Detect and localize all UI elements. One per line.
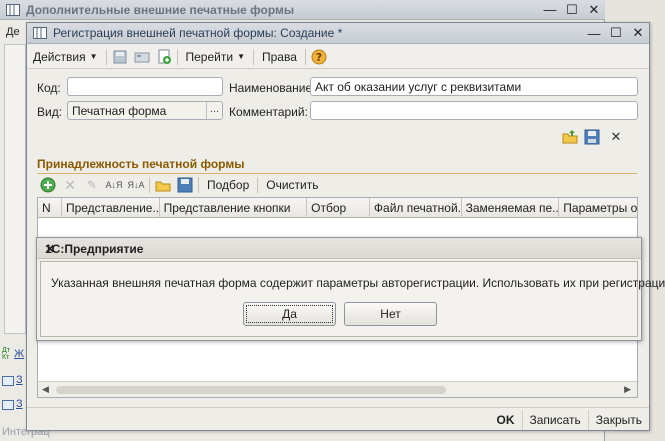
code-label: Код:	[37, 81, 61, 95]
background-link-1[interactable]: Ж	[14, 348, 24, 360]
dialog-message: Указанная внешняя печатная форма содержи…	[51, 276, 665, 290]
yes-button[interactable]: Да	[243, 302, 336, 326]
column-header[interactable]: Параметры от	[559, 198, 637, 218]
close-icon[interactable]: ✕	[627, 25, 649, 41]
open-file-icon[interactable]	[560, 127, 580, 147]
clear-button[interactable]: Очистить	[260, 175, 324, 195]
table-toolbar: ✕ ✎ А↓Я Я↓А Подбор Очистить	[37, 175, 325, 195]
window-title: Регистрация внешней печатной формы: Созд…	[53, 26, 343, 40]
comment-field[interactable]	[310, 101, 638, 120]
structure-icon[interactable]	[132, 47, 152, 67]
help-icon[interactable]: ?	[309, 47, 329, 67]
table-header: N Представление... Представление кнопки …	[38, 198, 637, 218]
save-button[interactable]: Записать	[521, 409, 588, 430]
goto-label: Перейти	[185, 49, 234, 64]
background-window-titlebar: Дополнительные внешние печатные формы — …	[0, 0, 605, 20]
edit-icon[interactable]: ✎	[82, 175, 102, 195]
goto-menu[interactable]: Перейти ▼	[180, 47, 251, 67]
register-icon	[2, 376, 14, 386]
column-header[interactable]: Отбор	[307, 198, 370, 218]
registration-window-titlebar: Регистрация внешней печатной формы: Созд…	[27, 23, 649, 44]
confirm-dialog: 1С:Предприятие ✕ Указанная внешняя печат…	[36, 237, 665, 341]
main-toolbar: Действия ▼ Перейти ▼ Права ?	[27, 45, 649, 69]
separator	[304, 48, 306, 65]
sort-descending-icon[interactable]: Я↓А	[126, 175, 146, 195]
delete-icon[interactable]: ✕	[606, 127, 626, 147]
separator	[257, 177, 259, 193]
chevron-down-icon: ▼	[89, 52, 98, 61]
name-label: Наименование:	[229, 81, 316, 95]
scrollbar-thumb[interactable]	[56, 386, 446, 394]
column-header[interactable]: Представление кнопки	[160, 198, 308, 218]
horizontal-scrollbar[interactable]: ◀ ▶	[38, 381, 637, 397]
kind-field[interactable]: Печатная форма ...	[67, 101, 223, 120]
pick-button[interactable]: Подбор	[201, 175, 255, 195]
code-field[interactable]	[67, 77, 223, 96]
ok-button[interactable]: OK	[490, 410, 522, 430]
minimize-icon[interactable]: —	[539, 2, 561, 18]
no-button[interactable]: Нет	[344, 302, 437, 326]
separator	[149, 177, 150, 193]
save-close-icon[interactable]	[110, 47, 130, 67]
column-header[interactable]: Файл печатной...	[370, 198, 462, 218]
column-header[interactable]: Заменяемая пе...	[462, 198, 560, 218]
registration-window: Регистрация внешней печатной формы: Созд…	[26, 22, 650, 431]
chevron-down-icon: ▼	[237, 52, 245, 61]
name-field[interactable]: Акт об оказании услуг с реквизитами	[310, 77, 638, 96]
open-file-icon[interactable]	[153, 175, 173, 195]
kind-select-button[interactable]: ...	[206, 102, 222, 119]
maximize-icon[interactable]: ☐	[561, 2, 583, 18]
column-header[interactable]: N	[38, 198, 62, 218]
add-icon[interactable]	[38, 175, 58, 195]
section-divider	[37, 173, 637, 174]
dialog-titlebar: 1С:Предприятие ✕	[37, 238, 641, 259]
sort-ascending-icon[interactable]: А↓Я	[104, 175, 124, 195]
close-button[interactable]: Закрыть	[587, 409, 649, 430]
remove-icon[interactable]: ✕	[60, 175, 80, 195]
background-window-title: Дополнительные внешние печатные формы	[26, 2, 295, 17]
dt-kt-icon: Дт Кт	[2, 347, 10, 361]
close-icon[interactable]: ✕	[583, 2, 605, 18]
save-file-icon[interactable]	[175, 175, 195, 195]
kind-value: Печатная форма	[72, 104, 167, 118]
background-link-2[interactable]: З	[16, 374, 23, 386]
background-panel	[4, 44, 26, 334]
column-header[interactable]: Представление...	[62, 198, 160, 218]
section-title: Принадлежность печатной формы	[37, 157, 245, 171]
bottom-bar: OK Записать Закрыть	[27, 407, 649, 431]
separator	[252, 48, 254, 65]
dialog-body: Указанная внешняя печатная форма содержи…	[40, 261, 665, 337]
background-link-3[interactable]: З	[16, 398, 23, 410]
svg-text:?: ?	[316, 51, 322, 64]
separator	[105, 48, 107, 65]
form-icon	[33, 27, 47, 39]
scroll-right-icon[interactable]: ▶	[624, 384, 631, 395]
actions-menu[interactable]: Действия ▼	[27, 47, 104, 67]
comment-label: Комментарий:	[229, 105, 308, 119]
save-file-icon[interactable]	[582, 127, 602, 147]
minimize-icon[interactable]: —	[583, 25, 605, 41]
separator	[198, 177, 199, 193]
kind-label: Вид:	[37, 105, 63, 119]
form-icon	[6, 3, 20, 16]
background-tab-fragment[interactable]: Де	[6, 26, 20, 38]
copy-new-icon[interactable]	[154, 47, 174, 67]
scroll-left-icon[interactable]: ◀	[42, 384, 49, 395]
maximize-icon[interactable]: ☐	[605, 25, 627, 41]
register-icon	[2, 400, 14, 410]
actions-label: Действия	[33, 49, 86, 64]
close-icon[interactable]: ✕	[45, 242, 635, 256]
separator	[176, 48, 178, 65]
rights-button[interactable]: Права	[256, 47, 303, 67]
